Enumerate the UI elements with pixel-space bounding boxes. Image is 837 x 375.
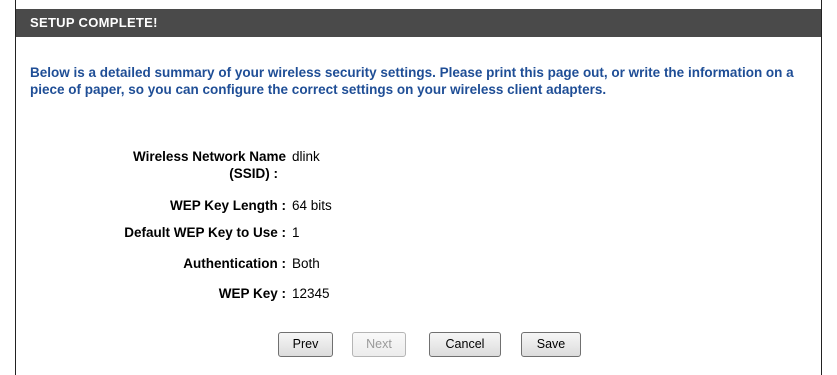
ssid-label: Wireless Network Name (SSID) : [26, 148, 286, 182]
setup-panel: SETUP COMPLETE! Below is a detailed summ… [15, 0, 822, 375]
wep-key-label: WEP Key : [218, 286, 286, 301]
default-wep-key-label: Default WEP Key to Use : [124, 225, 286, 240]
ssid-label-line2: (SSID) : [229, 166, 278, 181]
default-wep-key-value: 1 [292, 225, 300, 240]
wep-key-length-value: 64 bits [292, 198, 332, 213]
prev-button[interactable]: Prev [278, 332, 333, 357]
cancel-button[interactable]: Cancel [429, 332, 501, 357]
ssid-label-line1: Wireless Network Name [133, 149, 286, 164]
wep-key-length-label: WEP Key Length : [169, 198, 286, 213]
authentication-value: Both [292, 256, 320, 271]
button-bar: Prev Next Cancel Save [16, 332, 821, 358]
intro-text: Below is a detailed summary of your wire… [30, 65, 794, 97]
save-button[interactable]: Save [521, 332, 581, 357]
ssid-value: dlink [292, 149, 320, 164]
wep-key-value: 12345 [292, 286, 330, 301]
authentication-label: Authentication : [183, 256, 286, 271]
page-title: SETUP COMPLETE! [16, 9, 821, 37]
summary-row-ssid: Wireless Network Name (SSID) : dlink [16, 148, 616, 184]
next-button[interactable]: Next [352, 332, 406, 357]
